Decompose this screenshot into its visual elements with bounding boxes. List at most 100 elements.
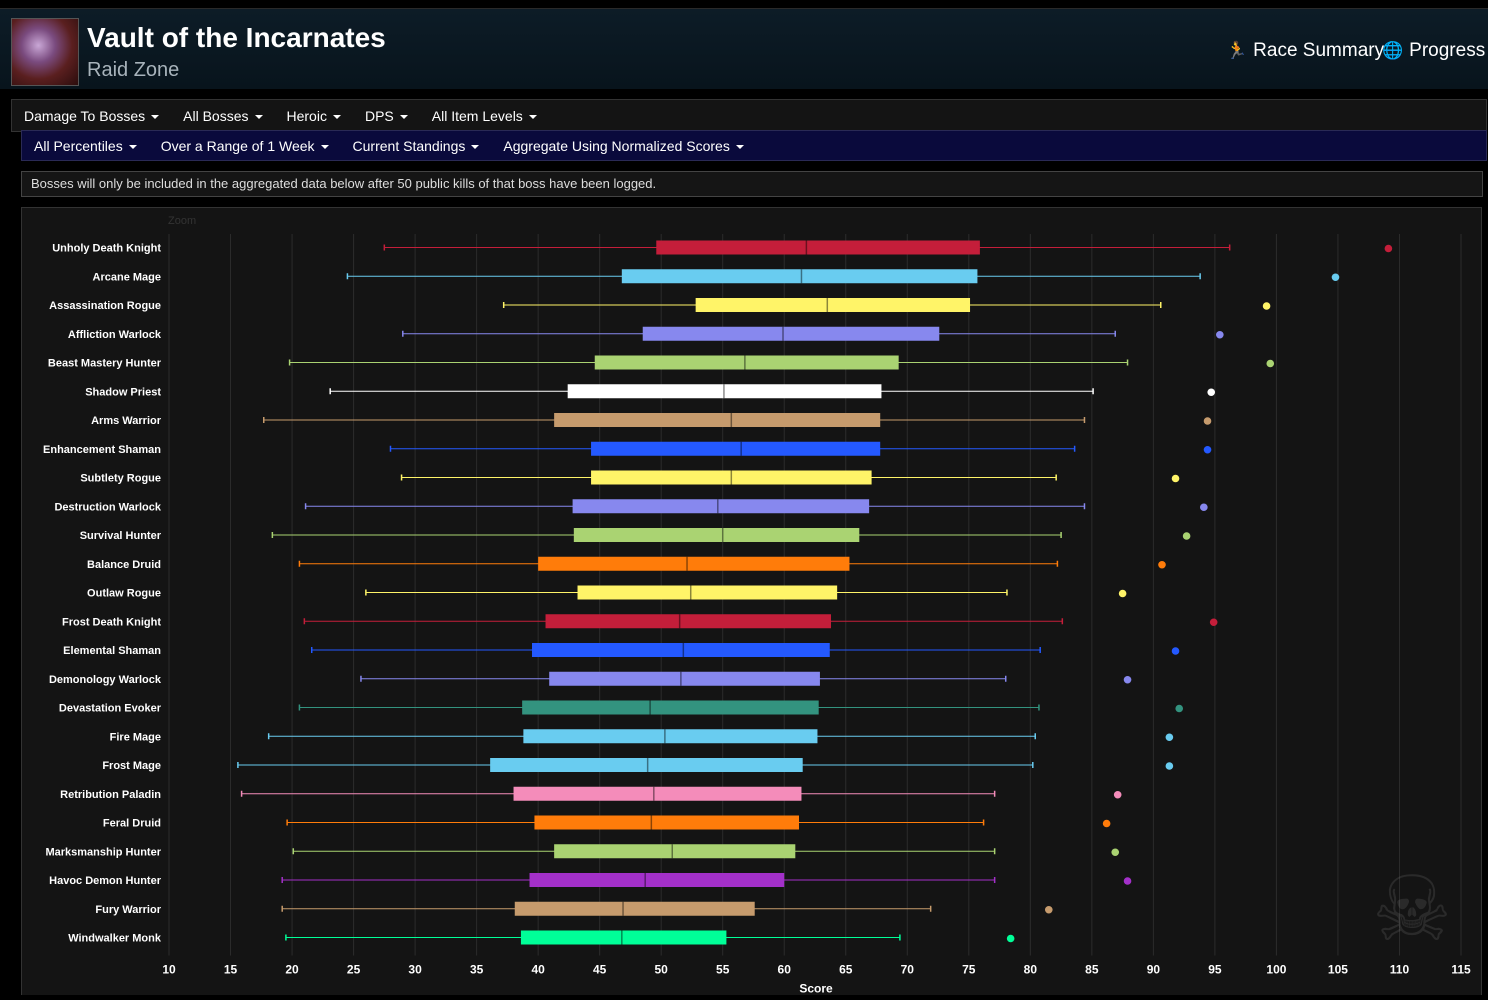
x-tick-label: 95: [1208, 963, 1222, 977]
zone-image: [11, 18, 79, 86]
x-axis-label: Score: [799, 982, 833, 996]
x-tick-label: 40: [531, 963, 545, 977]
x-tick-label: 75: [962, 963, 976, 977]
spec-label: Devastation Evoker: [59, 703, 162, 715]
box: [545, 614, 831, 629]
time-range-dropdown[interactable]: Over a Range of 1 Week: [161, 138, 329, 154]
box: [520, 930, 727, 945]
x-tick-label: 65: [839, 963, 853, 977]
standings-dropdown[interactable]: Current Standings: [353, 138, 480, 154]
caret-down-icon: [128, 144, 137, 149]
box: [523, 729, 818, 744]
spec-label: Havoc Demon Hunter: [49, 875, 162, 887]
difficulty-dropdown[interactable]: Heroic: [287, 108, 341, 124]
outlier-point: [1102, 819, 1111, 828]
spec-label: Balance Druid: [87, 559, 161, 571]
outlier-point: [1209, 618, 1218, 627]
zoom-label[interactable]: Zoom: [168, 215, 196, 227]
spec-label: Demonology Warlock: [49, 674, 162, 686]
standings-dropdown-label: Current Standings: [352, 137, 466, 154]
box: [522, 700, 819, 715]
filter-bar-secondary: All Percentiles Over a Range of 1 Week C…: [21, 130, 1487, 161]
watermark-logo: ☠: [1371, 860, 1453, 960]
caret-down-icon: [254, 114, 263, 119]
x-tick-label: 105: [1328, 963, 1348, 977]
box: [577, 585, 838, 600]
box: [529, 873, 785, 887]
spec-label: Enhancement Shaman: [43, 444, 161, 456]
outlier-point: [1171, 474, 1180, 483]
caret-down-icon: [471, 144, 480, 149]
x-tick-label: 45: [593, 963, 607, 977]
boss-dropdown[interactable]: All Bosses: [183, 108, 263, 124]
outlier-point: [1006, 934, 1015, 943]
metric-dropdown-label: Damage To Bosses: [24, 107, 146, 124]
outlier-point: [1165, 762, 1174, 770]
page-subtitle: Raid Zone: [87, 59, 180, 81]
outlier-point: [1207, 388, 1216, 397]
spec-label: Survival Hunter: [80, 530, 162, 542]
box: [534, 815, 800, 830]
outlier-point: [1118, 589, 1127, 598]
role-dropdown-label: DPS: [364, 107, 394, 124]
top-strip: [0, 0, 1488, 9]
spec-label: Arms Warrior: [91, 415, 162, 427]
globe-icon: 🌐: [1382, 41, 1404, 60]
x-tick-label: 25: [347, 963, 361, 977]
x-tick-label: 20: [285, 963, 299, 977]
box: [594, 355, 899, 370]
box: [642, 326, 940, 341]
spec-label: Outlaw Rogue: [87, 588, 161, 600]
box: [573, 528, 860, 542]
item-level-dropdown[interactable]: All Item Levels: [432, 108, 537, 124]
x-tick-label: 55: [716, 963, 730, 977]
outlier-point: [1384, 244, 1393, 253]
time-range-dropdown-label: Over a Range of 1 Week: [160, 137, 315, 154]
x-tick-label: 90: [1147, 963, 1161, 977]
box: [572, 499, 870, 514]
box: [591, 441, 881, 456]
spec-label: Elemental Shaman: [63, 645, 161, 657]
spec-label: Destruction Warlock: [54, 501, 161, 513]
page-title: Vault of the Incarnates: [87, 22, 386, 53]
progress-link[interactable]: 🌐 Progress: [1382, 40, 1485, 62]
caret-down-icon: [151, 114, 160, 119]
x-tick-label: 100: [1266, 963, 1286, 977]
outlier-point: [1175, 704, 1184, 713]
spec-label: Fire Mage: [110, 731, 161, 743]
outlier-point: [1182, 532, 1191, 540]
outlier-point: [1044, 905, 1053, 914]
box: [531, 643, 830, 657]
outlier-point: [1266, 359, 1275, 368]
outlier-point: [1165, 733, 1174, 742]
spec-label: Unholy Death Knight: [52, 243, 161, 255]
metric-dropdown[interactable]: Damage To Bosses: [24, 107, 160, 124]
aggregate-dropdown-label: Aggregate Using Normalized Scores: [503, 137, 730, 154]
box: [554, 413, 881, 427]
outlier-point: [1123, 877, 1132, 885]
box: [621, 269, 978, 284]
spec-label: Frost Death Knight: [62, 616, 161, 628]
spec-label: Windwalker Monk: [68, 933, 162, 945]
outlier-point: [1113, 790, 1122, 799]
chart-panel: Zoom 10 15 20 25 30 35 40 45 50 55 60 65 70 75 80 85 90 9…: [21, 207, 1482, 996]
x-tick-label: 50: [655, 963, 669, 977]
outlier-point: [1331, 273, 1340, 282]
race-summary-link[interactable]: 🏃 Race Summary: [1226, 40, 1384, 62]
percentile-dropdown[interactable]: All Percentiles: [34, 138, 137, 154]
spec-label: Feral Druid: [103, 818, 161, 830]
box: [514, 901, 755, 916]
box: [554, 844, 796, 859]
outlier-point: [1123, 675, 1132, 684]
box: [549, 671, 820, 686]
role-dropdown[interactable]: DPS: [365, 108, 408, 124]
caret-down-icon: [320, 144, 329, 149]
aggregate-dropdown[interactable]: Aggregate Using Normalized Scores: [503, 137, 744, 154]
caret-down-icon: [735, 144, 744, 149]
box: [656, 240, 980, 255]
x-tick-label: 85: [1085, 963, 1099, 977]
outlier-point: [1203, 417, 1212, 425]
aggregation-notice: Bosses will only be included in the aggr…: [21, 171, 1483, 197]
outlier-point: [1200, 503, 1208, 512]
spec-label: Fury Warrior: [95, 904, 161, 916]
